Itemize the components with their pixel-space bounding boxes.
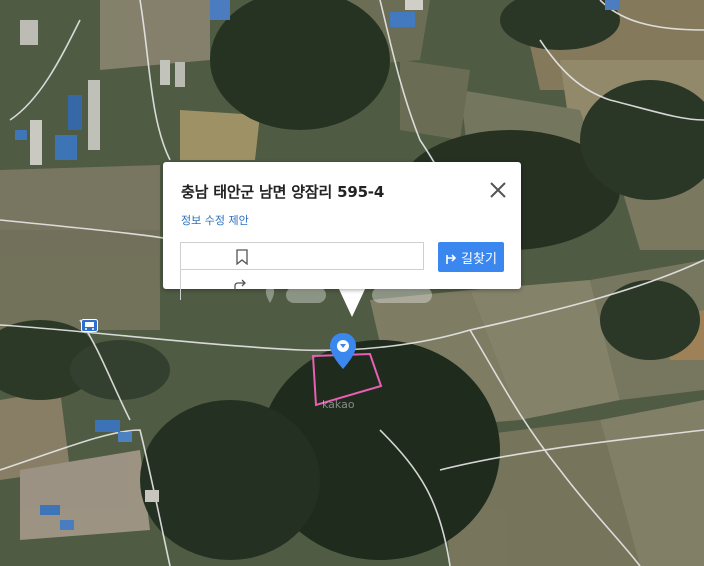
place-info-popup: 충남 태안군 남면 양잠리 595-4 정보 수정 제안 길찾기	[163, 162, 521, 300]
kakao-watermark: kakao	[322, 398, 355, 411]
route-button[interactable]: 길찾기	[438, 242, 504, 272]
map-watermark-logo	[265, 287, 432, 303]
close-icon[interactable]	[487, 179, 509, 201]
save-share-box	[180, 242, 424, 270]
address-title: 충남 태안군 남면 양잠리 595-4	[181, 183, 385, 201]
bookmark-icon[interactable]	[235, 249, 249, 265]
suggest-edit-link[interactable]: 정보 수정 제안	[181, 212, 249, 228]
location-marker-icon[interactable]	[329, 332, 357, 370]
divider	[180, 270, 181, 300]
share-icon[interactable]	[233, 278, 247, 292]
route-button-label: 길찾기	[461, 251, 497, 267]
route-icon	[446, 253, 457, 264]
bus-stop-icon[interactable]	[81, 319, 98, 332]
